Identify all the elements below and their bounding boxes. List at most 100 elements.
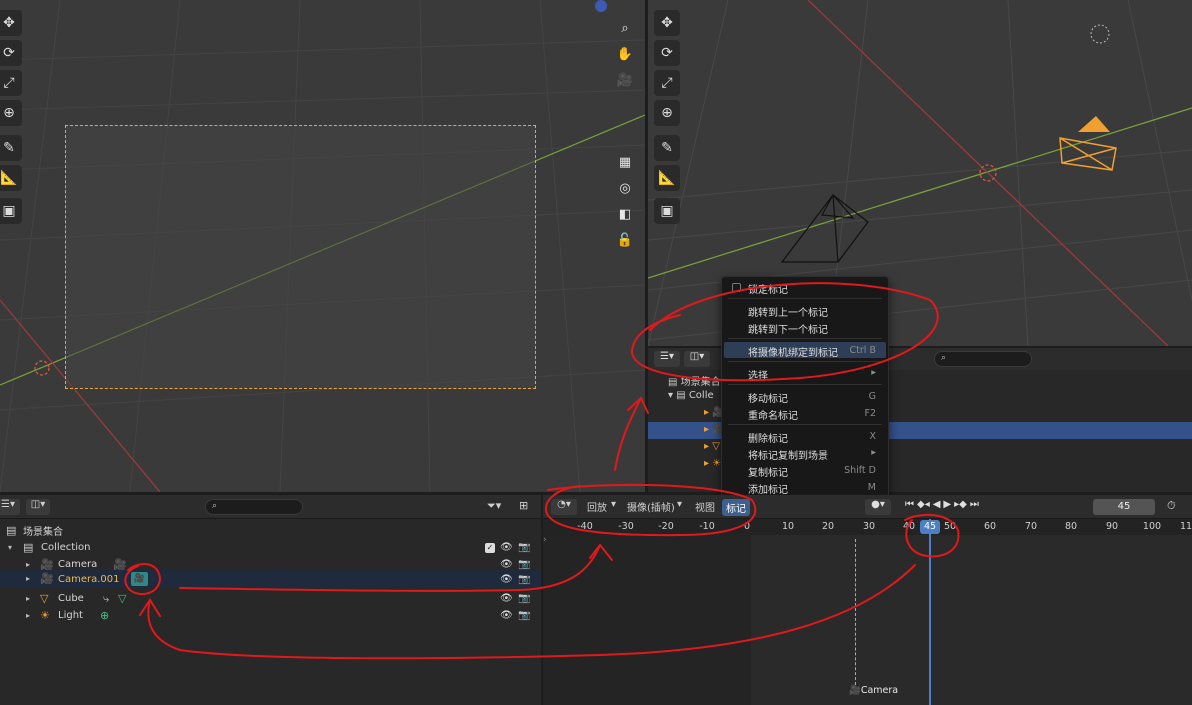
light-data-icon[interactable]: ⊕ <box>100 609 112 622</box>
tree-row-camera-001[interactable]: ▸ 🎥 Camera.001 🎥 👁 📷 <box>0 570 541 588</box>
axis-gizmo-icon[interactable] <box>595 0 607 12</box>
current-frame-field[interactable]: 45 <box>1093 499 1155 515</box>
playback-dropdown-icon[interactable]: ▾ <box>611 499 616 510</box>
expand-icon[interactable]: ▾ ▤ <box>668 390 689 401</box>
collection-icon: ▤ <box>23 540 34 554</box>
menu-jump-next-marker[interactable]: 跳转到下一个标记 <box>748 321 828 336</box>
ruler-tick: 80 <box>1064 521 1078 532</box>
transform-icon[interactable]: ⊕ <box>0 100 22 126</box>
menu-add-marker[interactable]: 添加标记 <box>748 481 788 496</box>
transform-icon-right[interactable]: ⊕ <box>654 100 680 126</box>
menu-bind-camera-to-marker[interactable]: 将摄像机绑定到标记 <box>748 344 838 359</box>
render-camera-icon[interactable]: 📷 <box>518 593 530 604</box>
move-icon[interactable]: ✥ <box>0 10 22 36</box>
camera-icon[interactable]: 🎥 <box>613 68 637 92</box>
play-icon[interactable]: ▶ <box>943 499 951 510</box>
outliner-mid-search[interactable]: ⌕ <box>934 351 1032 367</box>
menu-copy-marker-to-scene[interactable]: 将标记复制到场景 <box>748 447 828 462</box>
grid-icon[interactable]: ▦ <box>613 150 637 174</box>
outliner-mid-collection[interactable]: ▾ ▤ Colle <box>668 390 714 401</box>
annotate-icon-right[interactable]: ✎ <box>654 135 680 161</box>
jump-start-icon[interactable]: ⏮ <box>905 499 914 510</box>
display-mode-icon[interactable]: ◫▾ <box>26 499 50 515</box>
render-camera-icon[interactable]: 📷 <box>518 610 530 621</box>
expand-arrow-icon[interactable]: ▸ <box>26 610 38 622</box>
render-camera-icon[interactable]: 📷 <box>518 542 530 553</box>
display-mode-icon[interactable]: ◫▾ <box>684 351 710 367</box>
menu-keying[interactable]: 摄像(插帧) <box>627 499 675 514</box>
tree-row-collection[interactable]: ▾ ▤ Collection ✓ 👁 📷 <box>0 539 541 556</box>
scene-collection-icon: ▤ <box>6 523 17 537</box>
tree-row-light[interactable]: ▸ ☀ Light ⊕ 👁 📷 <box>0 607 541 624</box>
camera-persp-icon[interactable]: ◎ <box>613 176 637 200</box>
eye-icon[interactable]: 👁 <box>500 593 513 604</box>
menu-move-marker[interactable]: 移动标记 <box>748 390 788 405</box>
menu-select[interactable]: 选择 <box>748 367 768 382</box>
eye-icon[interactable]: 👁 <box>500 610 513 621</box>
lock-markers-checkbox[interactable] <box>732 283 741 292</box>
camera-data-icon[interactable]: 🎥 <box>113 558 127 571</box>
annotate-icon[interactable]: ✎ <box>0 135 22 161</box>
ruler-tick: 11 <box>1179 521 1192 532</box>
camera-data-icon[interactable]: 🎥 <box>131 572 148 586</box>
expand-arrow-icon[interactable]: ▸ <box>26 573 38 585</box>
menu-delete-marker[interactable]: 删除标记 <box>748 430 788 445</box>
camera-marker[interactable]: 🎥Camera <box>849 685 898 696</box>
editor-type-icon[interactable]: ☰▾ <box>654 351 680 367</box>
keying-dropdown-icon[interactable]: ▾ <box>677 499 682 510</box>
hand-icon[interactable]: ✋ <box>613 42 637 66</box>
add-cube-icon-right[interactable]: ▣ <box>654 198 680 224</box>
expand-arrow-icon[interactable]: ▸ <box>26 559 38 571</box>
menu-jump-prev-marker[interactable]: 跳转到上一个标记 <box>748 304 828 319</box>
menu-view[interactable]: 视图 <box>695 499 715 514</box>
editor-type-icon[interactable]: ☰▾ <box>0 499 20 515</box>
menu-lock-markers[interactable]: 锁定标记 <box>748 281 788 296</box>
playhead[interactable] <box>929 519 931 705</box>
menu-rename-marker[interactable]: 重命名标记 <box>748 407 798 422</box>
timeline-ruler[interactable]: -40 -30 -20 -10 0 10 20 30 40 50 60 70 8… <box>543 519 1192 535</box>
filter-icon[interactable]: ⏷▾ <box>487 499 501 513</box>
scale-icon[interactable]: ⤢ <box>0 70 22 96</box>
measure-icon[interactable]: 📐 <box>0 165 22 191</box>
zoom-icon[interactable]: ⌕ <box>613 16 637 40</box>
rotate-icon-right[interactable]: ⟳ <box>654 40 680 66</box>
menu-playback[interactable]: 回放 <box>587 499 607 514</box>
tree-row-cube[interactable]: ▸ ▽ Cube ⤷ ▽ 👁 📷 <box>0 590 541 607</box>
expand-arrow-icon[interactable]: ▾ <box>8 542 20 554</box>
tree-row-scene[interactable]: ▤ 场景集合 <box>0 522 541 539</box>
render-camera-icon[interactable]: 📷 <box>518 574 530 585</box>
rotate-icon[interactable]: ⟳ <box>0 40 22 66</box>
eye-icon[interactable]: 👁 <box>500 559 513 570</box>
timeline-editor[interactable]: ◔▾ 回放 ▾ 摄像(插帧) ▾ 视图 标记 ●▾ ⏮ ◆◂ ◀ ▶ ▸◆ ⏭ … <box>543 495 1192 705</box>
mesh-data-icon[interactable]: ▽ <box>118 592 130 605</box>
new-collection-icon[interactable]: ⊞ <box>519 499 528 512</box>
menu-duplicate-marker[interactable]: 复制标记 <box>748 464 788 479</box>
jump-end-icon[interactable]: ⏭ <box>970 499 979 510</box>
outliner-left[interactable]: ☰▾ ◫▾ ⌕ ⏷▾ ⊞ ▤ 场景集合 ▾ ▤ Collection ✓ 👁 📷… <box>0 495 541 705</box>
eye-icon[interactable]: 👁 <box>500 574 513 585</box>
scale-icon-right[interactable]: ⤢ <box>654 70 680 96</box>
clock-icon[interactable]: ⏱ <box>1167 499 1176 513</box>
measure-icon-right[interactable]: 📐 <box>654 165 680 191</box>
add-cube-icon[interactable]: ▣ <box>0 198 22 224</box>
timeline-body[interactable]: › 🎥Camera <box>543 535 1192 705</box>
next-keyframe-icon[interactable]: ▸◆ <box>954 499 967 510</box>
marker-context-menu[interactable]: 锁定标记 跳转到上一个标记 跳转到下一个标记 将摄像机绑定到标记 Ctrl B … <box>721 276 889 498</box>
menu-marker[interactable]: 标记 <box>722 499 750 516</box>
include-checkbox[interactable]: ✓ <box>485 542 495 553</box>
expand-arrow-icon[interactable]: ▸ <box>26 593 38 605</box>
eye-icon[interactable]: 👁 <box>500 542 513 553</box>
auto-keying-icon[interactable]: ●▾ <box>865 499 891 515</box>
toggle-icon[interactable]: ◧ <box>613 202 637 226</box>
render-camera-icon[interactable]: 📷 <box>518 559 530 570</box>
left-3d-viewport[interactable]: ✥ ⟳ ⤢ ⊕ ✎ 📐 ▣ ⌕ ✋ 🎥 ▦ ◎ ◧ 🔓 <box>0 0 645 492</box>
lock-icon[interactable]: 🔓 <box>613 228 637 252</box>
move-icon-right[interactable]: ✥ <box>654 10 680 36</box>
expand-channels-icon[interactable]: › <box>543 535 549 549</box>
outliner-search-input[interactable]: ⌕ <box>205 499 303 515</box>
timeline-editor-type-icon[interactable]: ◔▾ <box>551 499 577 515</box>
modifier-icon[interactable]: ⤷ <box>103 592 115 605</box>
prev-keyframe-icon[interactable]: ◆◂ <box>917 499 930 510</box>
playhead-frame-badge[interactable]: 45 <box>920 520 940 534</box>
play-reverse-icon[interactable]: ◀ <box>933 499 941 510</box>
